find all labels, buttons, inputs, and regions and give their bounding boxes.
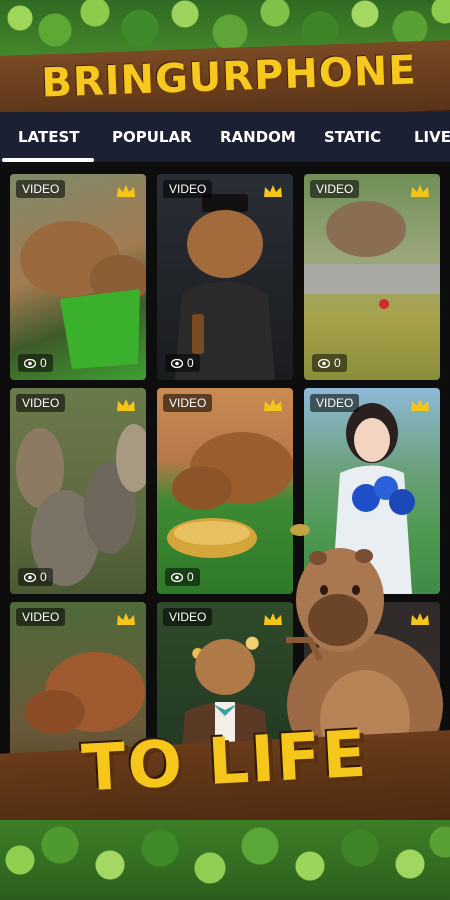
view-count-value: 0 [187, 570, 194, 584]
view-count-value: 0 [40, 570, 47, 584]
wallpaper-app-screen: BRINGURPHONE LATEST POPULAR RANDOM STATI… [0, 0, 450, 900]
view-count: 0 [312, 354, 347, 372]
video-badge: VIDEO [16, 180, 66, 198]
eye-icon [171, 358, 183, 368]
video-badge: VIDEO [16, 394, 66, 412]
view-count-value: 0 [187, 356, 194, 370]
wallpaper-card[interactable]: VIDEO 0 [157, 174, 293, 380]
crown-icon [264, 185, 282, 197]
eye-icon [24, 358, 36, 368]
crown-icon [264, 399, 282, 411]
category-tab-bar: LATEST POPULAR RANDOM STATIC LIVE [0, 112, 450, 162]
capybara-biker-thumbnail [175, 194, 275, 380]
wallpaper-card[interactable]: VIDEO 0 [10, 388, 146, 594]
tab-random[interactable]: RANDOM [220, 128, 296, 146]
view-count: 0 [165, 354, 200, 372]
crown-icon [411, 185, 429, 197]
view-count: 0 [165, 568, 200, 586]
wallpaper-card[interactable]: VIDEO 0 [157, 388, 293, 594]
marmots-thumbnail [16, 424, 146, 586]
video-badge: VIDEO [16, 608, 66, 626]
video-badge: VIDEO [310, 394, 360, 412]
view-count: 0 [18, 354, 53, 372]
tab-static[interactable]: STATIC [324, 128, 381, 146]
crown-icon [117, 613, 135, 625]
crown-icon [117, 399, 135, 411]
tab-popular[interactable]: POPULAR [112, 128, 192, 146]
capybara-pond-thumbnail [304, 201, 440, 309]
capybara-photo-thumbnail [20, 221, 146, 369]
tab-latest[interactable]: LATEST [18, 128, 80, 146]
video-badge: VIDEO [310, 180, 360, 198]
crown-icon [117, 185, 135, 197]
view-count: 0 [18, 568, 53, 586]
video-badge: VIDEO [163, 608, 213, 626]
video-badge: VIDEO [163, 180, 213, 198]
eye-icon [171, 572, 183, 582]
capybara-eating-thumbnail [167, 432, 293, 558]
eye-icon [318, 358, 330, 368]
view-count-value: 0 [334, 356, 341, 370]
wallpaper-card[interactable]: VIDEO 0 [304, 174, 440, 380]
leaf-canopy-bottom [0, 820, 450, 900]
view-count-value: 0 [40, 356, 47, 370]
video-badge: VIDEO [163, 394, 213, 412]
eye-icon [24, 572, 36, 582]
tab-live[interactable]: LIVE [414, 128, 450, 146]
crown-icon [411, 399, 429, 411]
active-tab-indicator [2, 158, 94, 162]
wallpaper-card[interactable]: VIDEO 0 [10, 174, 146, 380]
